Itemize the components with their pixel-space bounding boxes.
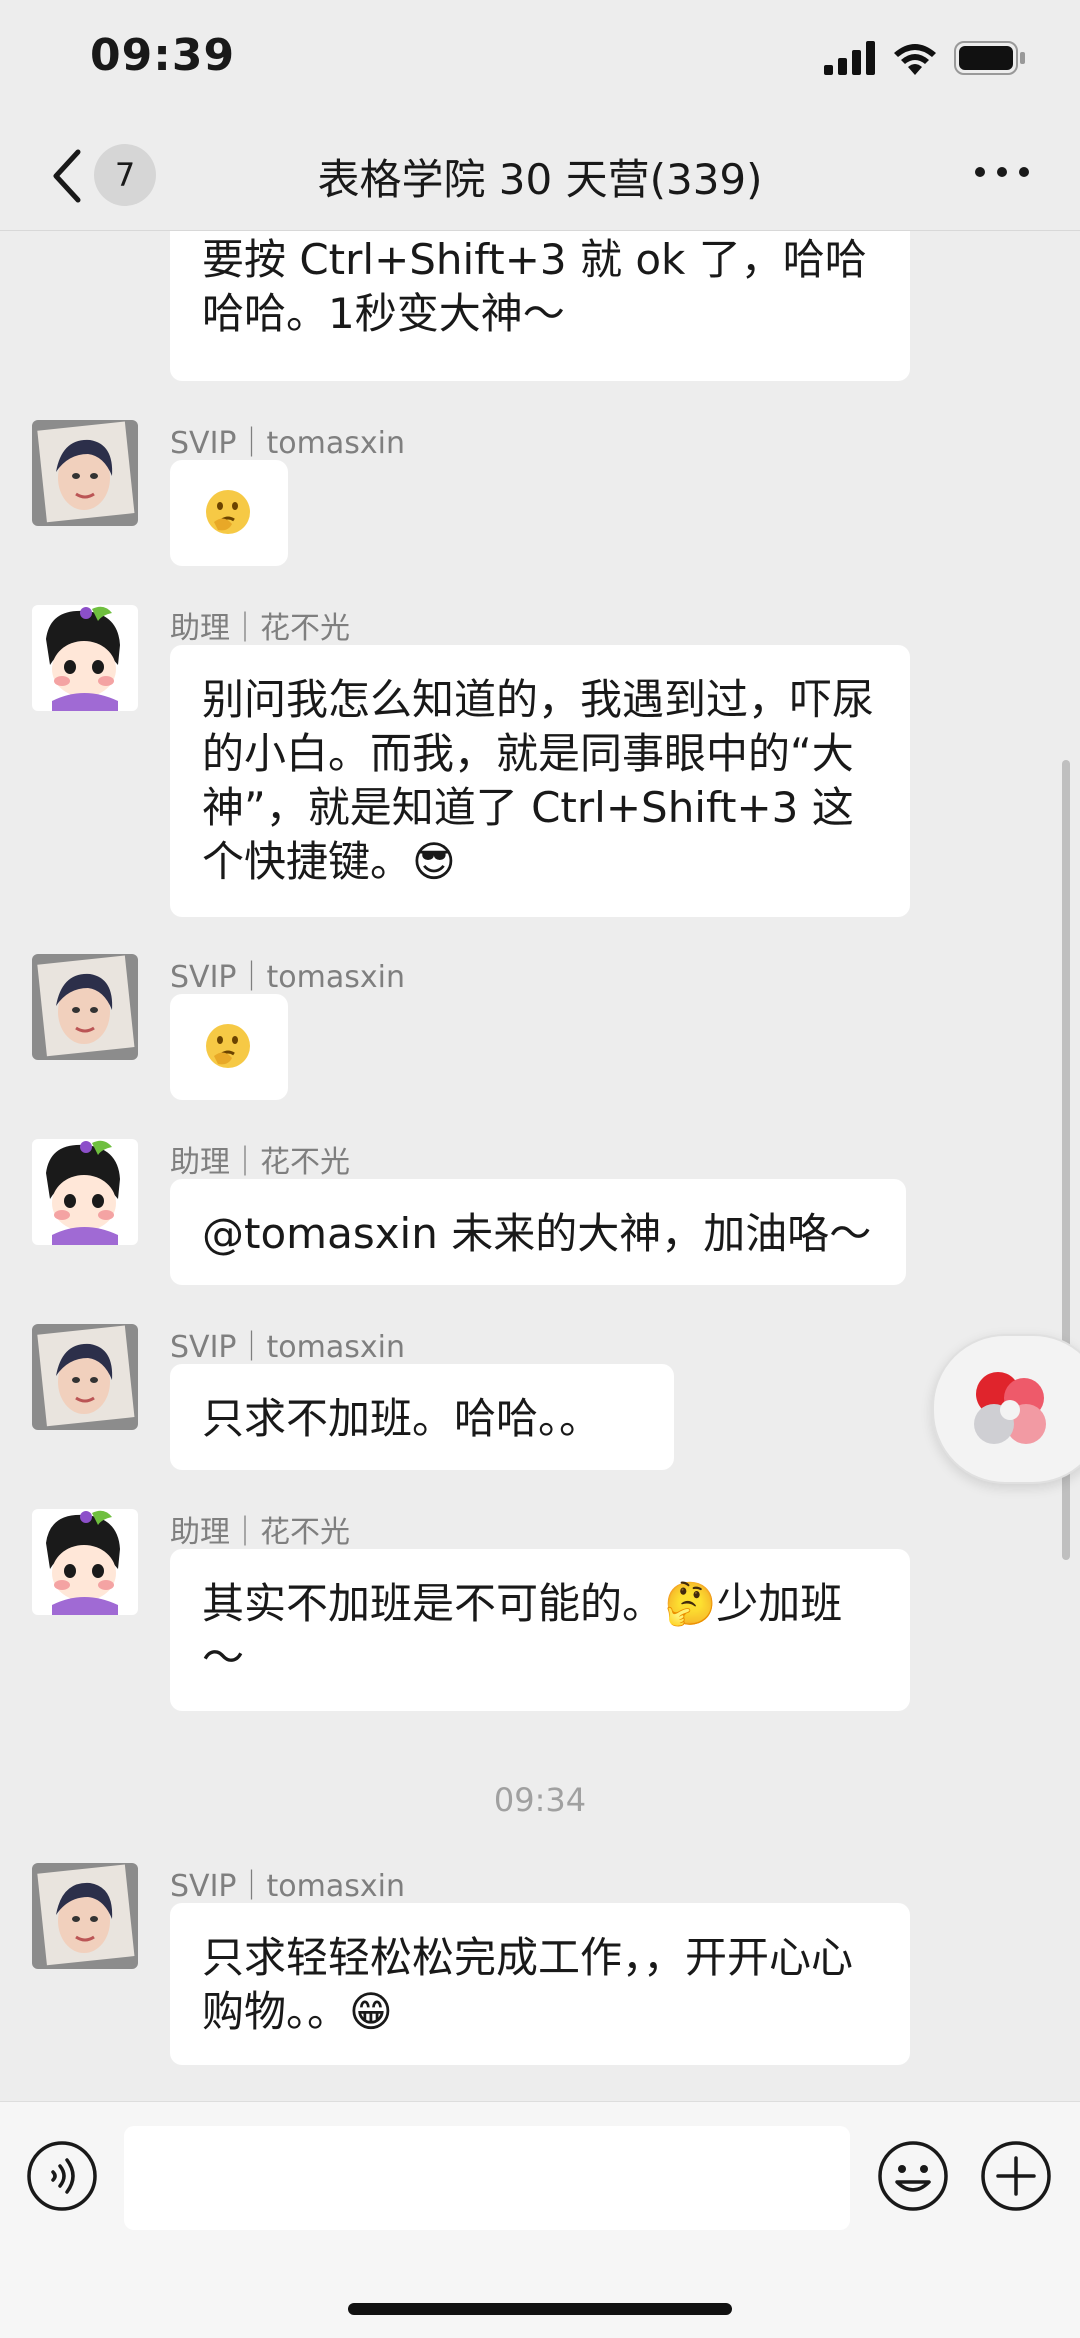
- avatar[interactable]: [32, 1509, 138, 1615]
- message-bubble[interactable]: 只求轻轻松松完成工作，，开开心心购物。。😁: [170, 1903, 910, 2065]
- avatar[interactable]: [32, 1324, 138, 1430]
- status-bar: 09:39: [0, 0, 1080, 120]
- more-dots-icon[interactable]: [974, 164, 1030, 180]
- sender-name: SVIP｜tomasxin: [170, 426, 405, 461]
- plus-icon[interactable]: [980, 2140, 1052, 2212]
- sender-name: 助理｜花不光: [170, 611, 350, 646]
- status-time: 09:39: [90, 30, 236, 81]
- message-bubble[interactable]: 有些小白就吓尿了。😊其实，我们只要按 Ctrl+Shift+3 就 ok 了，哈…: [170, 231, 910, 381]
- smile-icon[interactable]: [877, 2140, 949, 2212]
- voice-icon[interactable]: [26, 2140, 98, 2212]
- nav-bar: 7 表格学院 30 天营(339): [0, 120, 1080, 231]
- sender-name: SVIP｜tomasxin: [170, 1869, 405, 1904]
- avatar[interactable]: [32, 1863, 138, 1969]
- thinking-emoji-icon: [206, 490, 250, 534]
- signal-icon: [824, 41, 875, 75]
- status-icons: [824, 40, 1026, 76]
- avatar[interactable]: [32, 954, 138, 1060]
- emoji-bubble[interactable]: [170, 994, 288, 1100]
- emoji-bubble[interactable]: [170, 460, 288, 566]
- message-bubble[interactable]: 其实不加班是不可能的。🤔少加班～: [170, 1549, 910, 1711]
- message-bubble[interactable]: @tomasxin 未来的大神，加油咯～: [170, 1179, 906, 1285]
- message-input[interactable]: [124, 2126, 850, 2230]
- chat-area[interactable]: 有些小白就吓尿了。😊其实，我们只要按 Ctrl+Shift+3 就 ok 了，哈…: [0, 231, 1080, 2101]
- chat-title: 表格学院 30 天营(339): [317, 155, 763, 204]
- avatar[interactable]: [32, 605, 138, 711]
- thinking-emoji-icon: [206, 1024, 250, 1068]
- input-bar: [0, 2101, 1080, 2338]
- flower-logo-icon: [974, 1372, 1046, 1444]
- home-indicator: [348, 2303, 732, 2315]
- avatar[interactable]: [32, 1139, 138, 1245]
- sender-name: 助理｜花不光: [170, 1515, 350, 1550]
- message-bubble[interactable]: 只求不加班。哈哈。。: [170, 1364, 674, 1470]
- floating-widget[interactable]: [932, 1334, 1080, 1484]
- sender-name: 助理｜花不光: [170, 1145, 350, 1180]
- message-bubble[interactable]: 别问我怎么知道的，我遇到过，吓尿的小白。而我，就是同事眼中的“大神”，就是知道了…: [170, 645, 910, 917]
- battery-icon: [954, 41, 1025, 75]
- avatar[interactable]: [32, 420, 138, 526]
- sender-name: SVIP｜tomasxin: [170, 1330, 405, 1365]
- time-divider: 09:34: [493, 1781, 587, 1819]
- wifi-icon: [894, 44, 936, 75]
- sender-name: SVIP｜tomasxin: [170, 960, 405, 995]
